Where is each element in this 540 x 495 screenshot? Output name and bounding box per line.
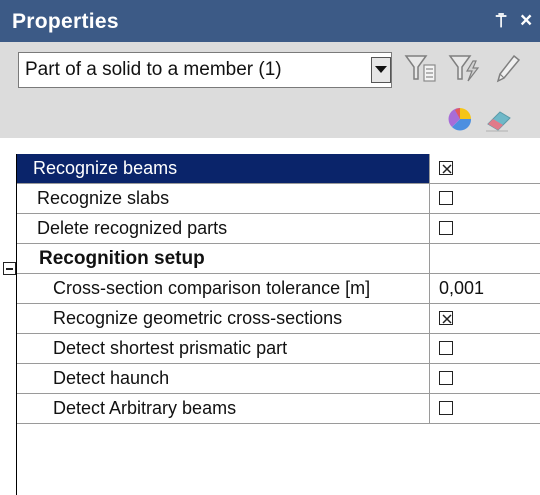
- property-value: [431, 244, 540, 273]
- category-row-recognition-setup[interactable]: Recognition setup: [17, 244, 540, 274]
- property-row-delete-recognized-parts[interactable]: Delete recognized parts: [17, 214, 540, 244]
- filter-lightning-icon[interactable]: [448, 53, 482, 85]
- property-value: [431, 154, 540, 183]
- checkbox-unchecked[interactable]: [439, 341, 453, 355]
- dropdown-button[interactable]: [371, 57, 391, 83]
- checkbox-unchecked[interactable]: [439, 191, 453, 205]
- property-row-detect-arbitrary-beams[interactable]: Detect Arbitrary beams: [17, 394, 540, 424]
- property-value: [431, 334, 540, 363]
- property-value: [431, 184, 540, 213]
- property-row-detect-haunch[interactable]: Detect haunch: [17, 364, 540, 394]
- panel-title: Properties: [12, 10, 119, 33]
- property-value: [431, 214, 540, 243]
- property-row-recognize-geometric-cross-sections[interactable]: Recognize geometric cross-sections: [17, 304, 540, 334]
- pie-chart-icon[interactable]: [446, 106, 474, 132]
- tolerance-value-input[interactable]: 0,001: [431, 274, 540, 303]
- filter-icon[interactable]: [404, 53, 438, 85]
- checkbox-unchecked[interactable]: [439, 221, 453, 235]
- object-selector-value: Part of a solid to a member (1): [25, 59, 282, 80]
- property-label: Recognize beams: [17, 154, 430, 183]
- properties-panel: Properties ⍑ × Part of a solid to a memb…: [0, 0, 540, 495]
- property-grid: Recognize beams Recognize slabs Delete r…: [0, 138, 540, 495]
- check-cross-icon: [442, 314, 452, 324]
- checkbox-checked[interactable]: [439, 311, 453, 325]
- property-label: Recognize geometric cross-sections: [17, 304, 430, 333]
- category-label: Recognition setup: [17, 244, 430, 273]
- property-row-detect-shortest-prismatic-part[interactable]: Detect shortest prismatic part: [17, 334, 540, 364]
- property-label: Detect shortest prismatic part: [17, 334, 430, 363]
- eraser-icon[interactable]: [484, 106, 514, 132]
- panel-title-bar: Properties ⍑ ×: [0, 0, 540, 42]
- collapse-toggle-icon[interactable]: [3, 262, 16, 275]
- property-row-cross-section-tolerance[interactable]: Cross-section comparison tolerance [m] 0…: [17, 274, 540, 304]
- close-icon[interactable]: ×: [520, 9, 532, 33]
- pencil-icon[interactable]: [494, 53, 522, 85]
- checkbox-unchecked[interactable]: [439, 371, 453, 385]
- checkbox-checked[interactable]: [439, 161, 453, 175]
- property-label: Delete recognized parts: [17, 214, 430, 243]
- property-row-recognize-slabs[interactable]: Recognize slabs: [17, 184, 540, 214]
- property-value: [431, 304, 540, 333]
- property-label: Detect haunch: [17, 364, 430, 393]
- pin-icon[interactable]: ⍑: [496, 12, 506, 32]
- property-label: Detect Arbitrary beams: [17, 394, 430, 423]
- chevron-down-icon: [375, 66, 387, 73]
- property-value: [431, 364, 540, 393]
- properties-toolbar: Part of a solid to a member (1): [0, 42, 540, 138]
- object-selector[interactable]: Part of a solid to a member (1): [18, 52, 392, 88]
- checkbox-unchecked[interactable]: [439, 401, 453, 415]
- property-row-recognize-beams[interactable]: Recognize beams: [17, 154, 540, 184]
- property-value: [431, 394, 540, 423]
- property-label: Recognize slabs: [17, 184, 430, 213]
- property-label: Cross-section comparison tolerance [m]: [17, 274, 430, 303]
- check-cross-icon: [442, 164, 452, 174]
